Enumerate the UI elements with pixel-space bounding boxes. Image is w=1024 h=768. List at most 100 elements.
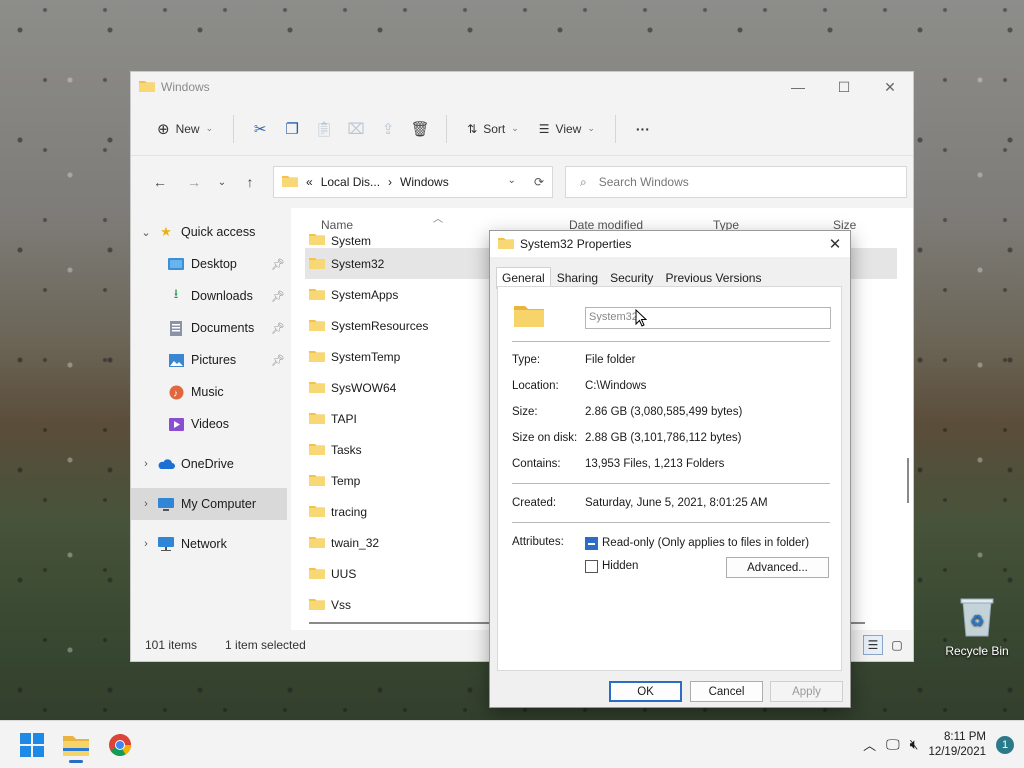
sidebar-item-pictures[interactable]: Pictures 📌︎ [131,344,291,376]
windows-logo-icon [20,732,44,757]
copy-icon[interactable]: ❐ [278,113,306,145]
search-box[interactable]: ⌕ Search Windows [565,166,907,198]
sidebar-item-label: Pictures [191,353,237,367]
sidebar-item-my-computer[interactable]: › My Computer [131,488,287,520]
folder-icon [309,349,325,365]
rename-icon[interactable]: ⌧ [342,113,370,145]
sidebar-item-onedrive[interactable]: › OneDrive [131,448,291,480]
start-button[interactable] [12,725,52,765]
folder-icon [309,535,325,551]
scrollbar-thumb[interactable] [907,458,909,503]
dialog-titlebar[interactable]: System32 Properties ✕ [490,231,850,257]
chevron-down-icon[interactable]: ⌄ [508,175,516,189]
recycle-bin-label: Recycle Bin [945,644,1009,658]
up-arrow-icon[interactable]: ↑ [233,166,267,198]
cut-icon[interactable]: ✂ [246,113,274,145]
sidebar-item-documents[interactable]: Documents 📌︎ [131,312,291,344]
cancel-button[interactable]: Cancel [690,681,763,702]
more-options-button[interactable]: ··· [628,113,658,145]
show-hidden-icons-chevron-icon[interactable]: ︿ [863,735,876,754]
folder-icon [309,504,325,520]
hidden-label: Hidden [602,560,639,572]
details-view-icon[interactable]: ☰ [863,635,883,655]
computer-icon [157,496,175,512]
column-name[interactable]: Name [321,218,353,232]
breadcrumb-windows[interactable]: Windows [400,175,449,189]
close-button[interactable]: ✕ [867,72,913,102]
network-status-icon[interactable]: 🖵︎ [886,736,900,753]
sidebar-item-network[interactable]: › Network [131,528,291,560]
folder-icon [309,473,325,489]
ok-button[interactable]: OK [609,681,682,702]
breadcrumb-local-disk[interactable]: Local Dis... [321,175,380,189]
address-bar[interactable]: « Local Dis... › Windows ⌄ ⟳ [273,166,553,198]
paste-icon[interactable]: 📋︎ [310,113,338,145]
back-arrow-icon[interactable]: ← [143,166,177,198]
size-on-disk-row: Size on disk: 2.88 GB (3,101,786,112 byt… [512,432,742,444]
maximize-button[interactable]: ☐ [821,72,867,102]
chevron-right-icon[interactable]: › [135,498,157,510]
hidden-checkbox[interactable] [585,560,598,573]
delete-icon[interactable]: 🗑︎ [406,113,434,145]
divider [512,522,830,523]
date-text: 12/19/2021 [928,745,986,758]
share-icon[interactable]: ⇪ [374,113,402,145]
forward-arrow-icon[interactable]: → [177,166,211,198]
pin-icon: 📌︎ [271,290,285,303]
sidebar-item-music[interactable]: ♪ Music [131,376,291,408]
new-label: New [175,121,200,136]
plus-circle-icon: ⊕ [157,120,170,138]
sidebar-item-label: Videos [191,417,229,431]
chevron-right-icon[interactable]: › [135,538,157,550]
explorer-titlebar[interactable]: Windows — ☐ ✕ [131,72,913,102]
sort-ascending-icon: ︿ [433,214,443,225]
minimize-button[interactable]: — [775,72,821,102]
file-name: Tasks [331,442,362,457]
recycle-bin-shortcut[interactable]: ♻ Recycle Bin [942,596,1012,658]
close-icon[interactable]: ✕ [820,235,850,253]
clock[interactable]: 8:11 PM 12/19/2021 [928,730,986,760]
chrome-icon [109,733,131,756]
breadcrumb-overflow[interactable]: « [306,175,313,189]
vertical-scrollbar[interactable] [905,208,911,618]
sort-button[interactable]: ⇅ Sort ⌄ [459,113,527,145]
chevron-right-icon[interactable]: › [135,458,157,470]
sidebar-item-videos[interactable]: Videos [131,408,291,440]
volume-muted-icon[interactable]: 🔇︎ [910,736,919,753]
view-icon: ☰ [538,121,550,136]
folder-name-field[interactable]: System32 [585,307,831,329]
apply-button[interactable]: Apply [770,681,843,702]
large-folder-icon [514,303,544,330]
view-button[interactable]: ☰ View ⌄ [531,113,603,145]
recent-locations-chevron-icon[interactable]: ⌄ [211,166,233,198]
svg-text:♪: ♪ [173,388,178,399]
advanced-button[interactable]: Advanced... [726,557,829,578]
pin-icon: 📌︎ [271,354,285,367]
divider [446,114,448,143]
new-button[interactable]: ⊕ New ⌄ [149,113,221,145]
refresh-icon[interactable]: ⟳ [534,175,544,189]
file-name: tracing [331,504,368,519]
hidden-checkbox-row[interactable]: Hidden [585,560,638,573]
large-icons-view-icon[interactable]: ▢ [887,635,907,655]
pin-icon: 📌︎ [271,258,285,271]
readonly-checkbox-row[interactable]: Read-only (Only applies to files in fold… [585,537,809,550]
file-name: System32 [331,256,385,271]
sidebar-item-desktop[interactable]: Desktop 📌︎ [131,248,291,280]
command-bar: ⊕ New ⌄ ✂ ❐ 📋︎ ⌧ ⇪ 🗑︎ ⇅ Sort ⌄ ☰ View ⌄ … [131,102,913,156]
divider [512,483,830,484]
download-icon: ⭳ [173,286,179,301]
notification-badge[interactable]: 1 [996,735,1014,754]
file-name: SystemResources [331,318,429,333]
view-label: View [555,121,582,136]
chevron-down-icon[interactable]: ⌄ [135,226,157,239]
divider [614,114,616,143]
sidebar-item-quick-access[interactable]: ⌄ ★ Quick access [131,216,291,248]
breadcrumb-separator: › [388,175,393,189]
readonly-checkbox[interactable] [585,537,598,550]
taskbar-file-explorer[interactable] [56,725,96,765]
pin-icon: 📌︎ [271,322,285,335]
sidebar-item-downloads[interactable]: ⭳ Downloads 📌︎ [131,280,291,312]
folder-icon [309,287,325,303]
taskbar-chrome[interactable] [100,725,140,765]
